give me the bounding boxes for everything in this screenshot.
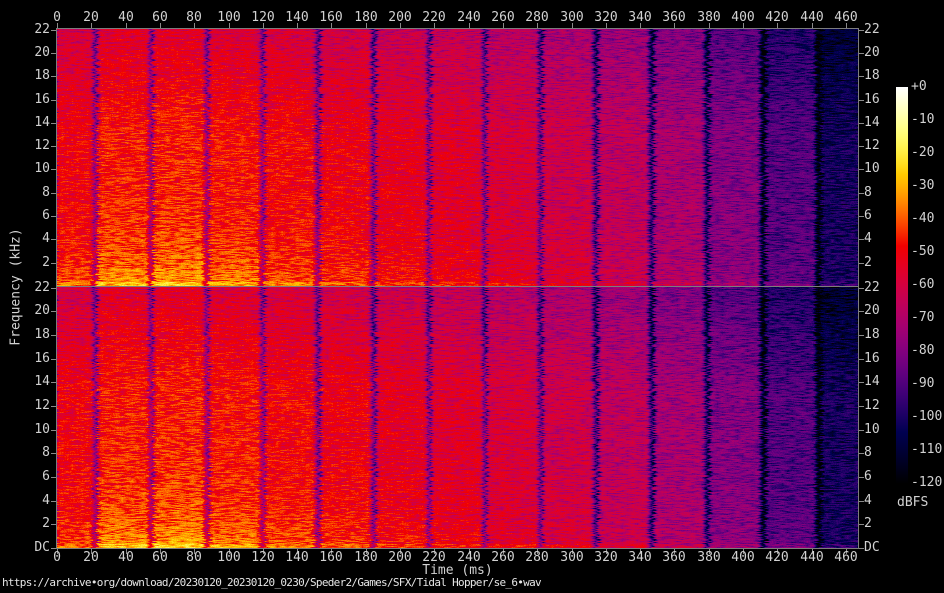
freq-tick-mark <box>51 430 56 431</box>
freq-tick-label: 4 <box>16 494 50 508</box>
freq-tick-mark <box>51 76 56 77</box>
colorbar-tick-label: -20 <box>911 146 934 160</box>
freq-tick-mark <box>51 193 56 194</box>
freq-tick-mark <box>51 501 56 502</box>
freq-tick-label: 2 <box>16 517 50 531</box>
freq-tick-mark <box>51 406 56 407</box>
freq-tick-label: 14 <box>16 375 50 389</box>
colorbar-tick-label: +0 <box>911 80 927 94</box>
time-tick-label: 360 <box>654 11 694 25</box>
freq-tick-mark <box>51 288 56 289</box>
freq-tick-label: 10 <box>16 162 50 176</box>
freq-tick-label: 8 <box>16 186 50 200</box>
freq-tick-mark <box>51 169 56 170</box>
freq-tick-mark <box>51 239 56 240</box>
time-tick-label: 220 <box>414 11 454 25</box>
colorbar-tick-label: -40 <box>911 212 934 226</box>
colorbar-tick-label: -70 <box>911 311 934 325</box>
frequency-axis-title: Frequency (kHz) <box>9 228 24 345</box>
freq-tick-mark <box>51 524 56 525</box>
colorbar-tick-label: -30 <box>911 179 934 193</box>
freq-tick-mark <box>51 335 56 336</box>
colorbar-tick-label: -10 <box>911 113 934 127</box>
colorbar-tick-label: -60 <box>911 278 934 292</box>
freq-tick-label: 8 <box>16 446 50 460</box>
freq-tick-label: 18 <box>16 69 50 83</box>
colorbar-tick-label: -80 <box>911 344 934 358</box>
freq-tick-mark <box>51 53 56 54</box>
colorbar-tick-label: -120 <box>911 476 942 490</box>
freq-tick-mark <box>51 548 56 549</box>
freq-tick-label: 22 <box>864 23 904 37</box>
spectrogram-canvas-bottom-channel <box>57 287 858 548</box>
time-tick-label: 20 <box>71 11 111 25</box>
channel-separator-line <box>57 286 858 287</box>
freq-tick-mark <box>51 359 56 360</box>
freq-tick-label: 6 <box>16 209 50 223</box>
freq-tick-mark <box>51 123 56 124</box>
freq-tick-mark <box>51 477 56 478</box>
freq-tick-label: DC <box>864 541 904 555</box>
freq-tick-mark <box>51 453 56 454</box>
colorbar-title: dBFS <box>897 495 928 510</box>
colorbar-tick-label: -50 <box>911 245 934 259</box>
spectrogram-figure: 0020204040606080801001001201201401401601… <box>0 0 944 593</box>
source-url-text: https://archive•org/download/20230120_20… <box>2 576 541 589</box>
freq-tick-label: 16 <box>16 93 50 107</box>
freq-tick-mark <box>51 146 56 147</box>
freq-tick-mark <box>51 30 56 31</box>
time-tick-label: 280 <box>517 11 557 25</box>
freq-tick-label: 6 <box>16 470 50 484</box>
time-tick-label: 160 <box>311 11 351 25</box>
time-tick-label: 420 <box>757 11 797 25</box>
freq-tick-mark <box>51 382 56 383</box>
freq-tick-label: 12 <box>16 139 50 153</box>
freq-tick-label: 16 <box>16 352 50 366</box>
freq-tick-label: 10 <box>16 423 50 437</box>
colorbar-tick-label: -100 <box>911 410 942 424</box>
freq-tick-label: 14 <box>16 116 50 130</box>
freq-tick-mark <box>51 100 56 101</box>
colorbar-gradient <box>896 87 908 484</box>
freq-tick-label: 20 <box>864 46 904 60</box>
colorbar-tick-label: -110 <box>911 443 942 457</box>
colorbar-tick-label: -90 <box>911 377 934 391</box>
freq-tick-label: 22 <box>16 23 50 37</box>
freq-tick-mark <box>51 263 56 264</box>
freq-tick-label: DC <box>16 541 50 555</box>
time-tick-label: 460 <box>826 11 866 25</box>
spectrogram-canvas-top-channel <box>57 29 858 286</box>
freq-tick-mark <box>51 311 56 312</box>
freq-tick-label: 20 <box>16 46 50 60</box>
freq-tick-label: 12 <box>16 399 50 413</box>
time-tick-label: 80 <box>174 11 214 25</box>
freq-tick-label: 2 <box>864 517 904 531</box>
freq-tick-mark <box>51 216 56 217</box>
freq-tick-label: 18 <box>864 69 904 83</box>
